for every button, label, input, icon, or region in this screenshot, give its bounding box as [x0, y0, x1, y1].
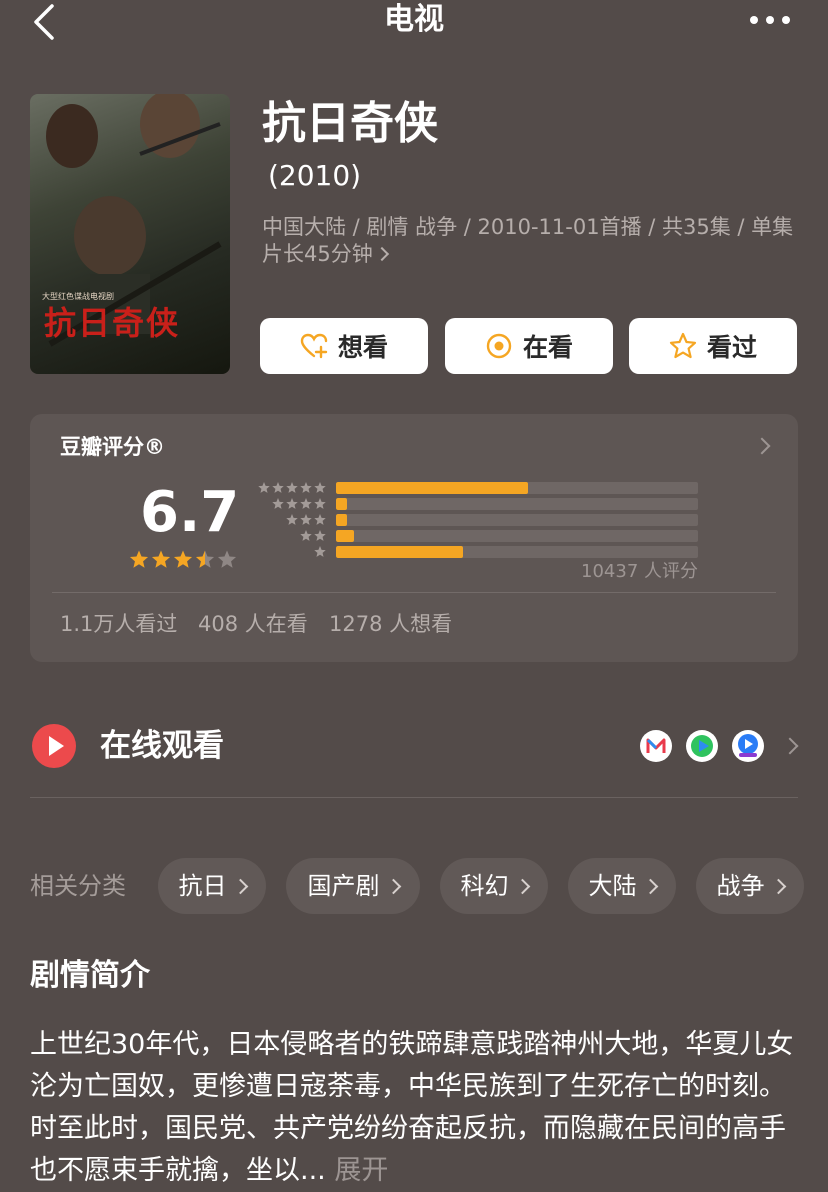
divider [30, 797, 798, 798]
watching-button[interactable]: 在看 [445, 318, 613, 374]
rating-star [129, 550, 149, 568]
category-chip[interactable]: 国产剧 [286, 858, 420, 914]
chevron-right-icon [232, 878, 248, 894]
mango-tv-icon[interactable] [640, 730, 672, 762]
stat-want: 1278 人想看 [329, 612, 453, 636]
distribution-track [336, 514, 698, 526]
rating-distribution-row [256, 530, 706, 542]
chevron-right-icon [374, 246, 389, 262]
expand-link[interactable]: 展开 [334, 1155, 388, 1186]
distribution-track [336, 498, 698, 510]
rating-distribution-row [256, 498, 706, 510]
chip-label: 抗日 [178, 872, 227, 900]
divider [52, 592, 776, 593]
show-year: (2010) [268, 159, 362, 192]
synopsis-body: 上世纪30年代，日本侵略者的铁蹄肆意践踏神州大地，华夏儿女沦为亡国奴，更惨遭日寇… [30, 1029, 794, 1186]
page-title: 电视 [384, 2, 444, 37]
distribution-track [336, 530, 698, 542]
watched-button[interactable]: 看过 [629, 318, 797, 374]
show-meta-text: 中国大陆 / 剧情 战争 / 2010-11-01首播 / 共35集 / 单集片… [262, 215, 794, 266]
distribution-stars [314, 546, 326, 557]
distribution-bar [336, 546, 463, 558]
show-meta[interactable]: 中国大陆 / 剧情 战争 / 2010-11-01首播 / 共35集 / 单集片… [262, 214, 802, 268]
distribution-bar [336, 530, 355, 542]
distribution-track [336, 482, 698, 494]
rating-star [217, 550, 237, 568]
chevron-right-icon [514, 878, 530, 894]
category-chip[interactable]: 大陆 [568, 858, 676, 914]
chip-label: 大陆 [588, 872, 637, 900]
target-icon [486, 333, 512, 359]
rating-distribution-row [256, 546, 706, 558]
category-chip[interactable]: 抗日 [158, 858, 266, 914]
poster-title: 抗日奇侠 [44, 304, 181, 342]
chevron-right-icon[interactable] [781, 737, 799, 755]
play-circle-icon[interactable] [32, 724, 76, 768]
more-options-icon[interactable] [748, 14, 792, 26]
distribution-stars [300, 530, 326, 541]
show-poster[interactable]: 大型红色谍战电视剧 抗日奇侠 [30, 94, 230, 374]
rating-star [195, 550, 215, 568]
online-watch-label[interactable]: 在线观看 [100, 724, 224, 768]
category-chip[interactable]: 战争 [696, 858, 804, 914]
category-chip[interactable]: 科幻 [440, 858, 548, 914]
rating-star [151, 550, 171, 568]
rating-star [173, 550, 193, 568]
chip-label: 科幻 [460, 872, 509, 900]
watched-label: 看过 [706, 333, 757, 362]
show-title: 抗日奇侠 [262, 98, 438, 149]
distribution-stars [272, 498, 326, 509]
distribution-bar [336, 482, 528, 494]
rating-title: 豆瓣评分® [60, 435, 165, 459]
chip-label: 国产剧 [307, 872, 380, 900]
chevron-right-icon [770, 878, 786, 894]
chevron-right-icon [385, 878, 401, 894]
rating-stars [129, 550, 237, 568]
iqiyi-icon[interactable] [686, 730, 718, 762]
distribution-bar [336, 514, 347, 526]
chevron-right-icon [642, 878, 658, 894]
chevron-right-icon [753, 437, 771, 455]
heart-plus-icon [300, 333, 328, 359]
chip-label: 战争 [716, 872, 765, 900]
synopsis-text: 上世纪30年代，日本侵略者的铁蹄肆意践踏神州大地，华夏儿女沦为亡国奴，更惨遭日寇… [30, 1024, 802, 1192]
rating-card[interactable]: 豆瓣评分® 6.7 10437 人评分 1.1万人看过 408 人在看 1278… [30, 414, 798, 662]
distribution-stars [286, 514, 326, 525]
youku-icon[interactable] [732, 730, 764, 762]
want-to-watch-button[interactable]: 想看 [260, 318, 428, 374]
category-label: 相关分类 [30, 872, 126, 900]
want-to-watch-label: 想看 [337, 333, 388, 362]
rating-distribution-row [256, 482, 706, 494]
rating-count: 10437 人评分 [581, 561, 698, 582]
distribution-stars [258, 482, 326, 493]
rating-score: 6.7 [140, 480, 240, 545]
synopsis-title: 剧情简介 [30, 958, 150, 993]
stat-watched: 1.1万人看过 [60, 612, 178, 636]
distribution-track [336, 546, 698, 558]
rating-distribution-row [256, 514, 706, 526]
watching-label: 在看 [522, 333, 573, 362]
distribution-bar [336, 498, 347, 510]
star-outline-icon [669, 332, 697, 359]
stat-watching: 408 人在看 [198, 612, 308, 636]
